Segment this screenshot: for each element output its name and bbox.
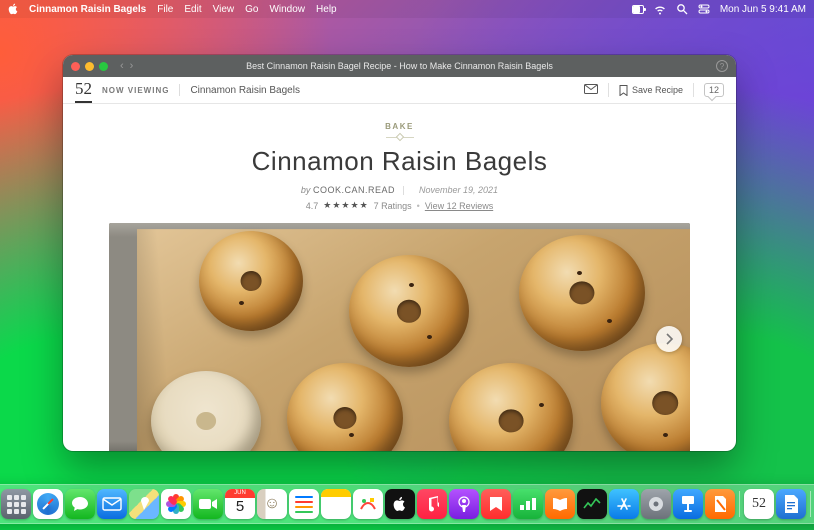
- dock-news[interactable]: [481, 489, 511, 519]
- app-window: ‹ › Best Cinnamon Raisin Bagel Recipe - …: [63, 55, 736, 451]
- dock-tv[interactable]: [385, 489, 415, 519]
- help-icon[interactable]: ?: [716, 60, 728, 72]
- calendar-day: 5: [225, 498, 255, 515]
- mail-icon[interactable]: [584, 81, 598, 99]
- wifi-icon[interactable]: [654, 3, 666, 15]
- ratings-row: 4.7 ★★★★★ 7 Ratings • View 12 Reviews: [89, 200, 710, 211]
- dock-keynote[interactable]: [673, 489, 703, 519]
- calendar-month: JUN: [225, 489, 255, 498]
- menu-edit[interactable]: Edit: [184, 4, 201, 15]
- author-link[interactable]: COOK.CAN.READ: [313, 185, 395, 195]
- menu-go[interactable]: Go: [245, 4, 258, 15]
- bookmark-icon: [619, 85, 628, 96]
- dock-mail[interactable]: [97, 489, 127, 519]
- breadcrumb[interactable]: Cinnamon Raisin Bagels: [190, 85, 300, 96]
- save-recipe-label: Save Recipe: [632, 85, 683, 95]
- menubar: Cinnamon Raisin Bagels File Edit View Go…: [0, 0, 814, 18]
- battery-icon[interactable]: [632, 3, 644, 15]
- ornament-icon: [386, 134, 414, 140]
- dock-safari[interactable]: [33, 489, 63, 519]
- dock-calendar[interactable]: JUN5: [225, 489, 255, 519]
- dock-reminders[interactable]: [289, 489, 319, 519]
- dock-music[interactable]: [417, 489, 447, 519]
- dock-contacts[interactable]: ☺: [257, 489, 287, 519]
- menu-help[interactable]: Help: [316, 4, 337, 15]
- separator: [403, 186, 404, 195]
- dock-books[interactable]: [545, 489, 575, 519]
- comments-button[interactable]: 12: [704, 83, 724, 97]
- nav-forward-button[interactable]: ›: [130, 60, 134, 72]
- control-center-icon[interactable]: [698, 3, 710, 15]
- dock-settings[interactable]: [641, 489, 671, 519]
- app-toolbar: 52 NOW VIEWING Cinnamon Raisin Bagels Sa…: [63, 77, 736, 104]
- dock-stocks[interactable]: [577, 489, 607, 519]
- apple-menu[interactable]: [8, 3, 18, 15]
- dock-notes[interactable]: [321, 489, 351, 519]
- menu-view[interactable]: View: [213, 4, 235, 15]
- menu-file[interactable]: File: [157, 4, 173, 15]
- recipe-title: Cinnamon Raisin Bagels: [89, 146, 710, 177]
- rating-stars-icon[interactable]: ★★★★★: [323, 200, 368, 211]
- byline: by COOK.CAN.READ November 19, 2021: [89, 185, 710, 195]
- dock-launchpad[interactable]: [1, 489, 31, 519]
- hero-image: [109, 223, 690, 451]
- dock-separator: [810, 491, 811, 517]
- separator: •: [417, 201, 420, 211]
- save-recipe-button[interactable]: Save Recipe: [619, 85, 683, 96]
- spotlight-icon[interactable]: [676, 3, 688, 15]
- rating-value: 4.7: [306, 201, 319, 211]
- dock-separator: [739, 491, 740, 517]
- now-viewing-label: NOW VIEWING: [102, 86, 169, 95]
- next-photo-button[interactable]: [656, 326, 682, 352]
- separator: [179, 84, 180, 96]
- site-logo[interactable]: 52: [75, 77, 92, 103]
- dock-running-app[interactable]: 52: [744, 489, 774, 519]
- window-title: Best Cinnamon Raisin Bagel Recipe - How …: [63, 61, 736, 71]
- menubar-app-name[interactable]: Cinnamon Raisin Bagels: [29, 4, 146, 15]
- dock-maps[interactable]: [129, 489, 159, 519]
- dock: JUN5 ☺ 52: [0, 484, 814, 524]
- dock-document[interactable]: [776, 489, 806, 519]
- dock-photos[interactable]: [161, 489, 191, 519]
- dock-pages[interactable]: [705, 489, 735, 519]
- publish-date: November 19, 2021: [419, 185, 498, 195]
- desktop: Cinnamon Raisin Bagels File Edit View Go…: [0, 0, 814, 530]
- window-titlebar[interactable]: ‹ › Best Cinnamon Raisin Bagel Recipe - …: [63, 55, 736, 77]
- chevron-right-icon: [664, 333, 674, 345]
- dock-facetime[interactable]: [193, 489, 223, 519]
- category-label[interactable]: BAKE: [89, 122, 710, 131]
- ratings-count: 7 Ratings: [374, 201, 412, 211]
- close-button[interactable]: [71, 62, 80, 71]
- menubar-clock[interactable]: Mon Jun 5 9:41 AM: [720, 4, 806, 15]
- window-controls: [71, 62, 108, 71]
- minimize-button[interactable]: [85, 62, 94, 71]
- separator: [608, 83, 609, 97]
- dock-appstore[interactable]: [609, 489, 639, 519]
- zoom-button[interactable]: [99, 62, 108, 71]
- dock-numbers[interactable]: [513, 489, 543, 519]
- dock-freeform[interactable]: [353, 489, 383, 519]
- dock-messages[interactable]: [65, 489, 95, 519]
- separator: [693, 83, 694, 97]
- menu-window[interactable]: Window: [269, 4, 305, 15]
- dock-podcasts[interactable]: [449, 489, 479, 519]
- article: BAKE Cinnamon Raisin Bagels by COOK.CAN.…: [63, 104, 736, 451]
- nav-back-button[interactable]: ‹: [120, 60, 124, 72]
- by-label: by: [301, 185, 311, 195]
- view-reviews-link[interactable]: View 12 Reviews: [425, 201, 493, 211]
